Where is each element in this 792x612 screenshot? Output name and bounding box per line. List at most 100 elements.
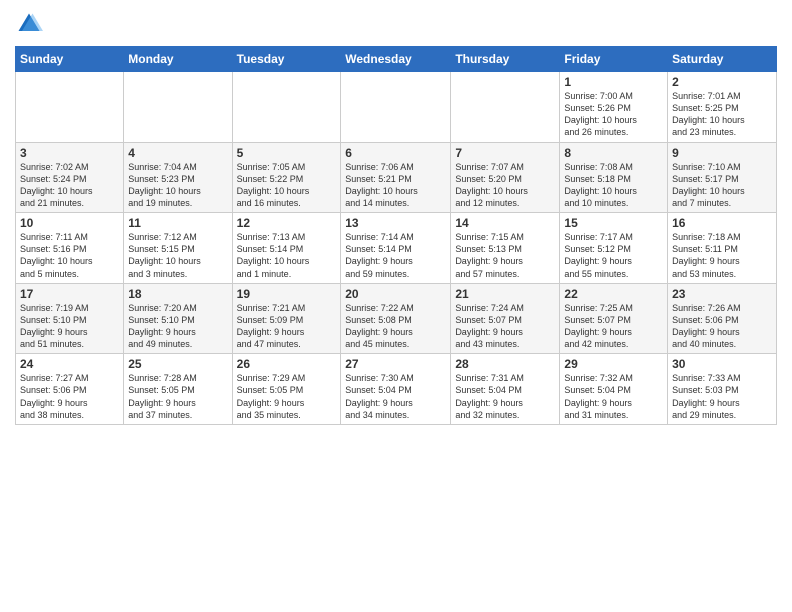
calendar-header-row: SundayMondayTuesdayWednesdayThursdayFrid… <box>16 47 777 72</box>
day-info: Sunrise: 7:32 AM Sunset: 5:04 PM Dayligh… <box>564 372 663 421</box>
calendar-day-cell: 1Sunrise: 7:00 AM Sunset: 5:26 PM Daylig… <box>560 72 668 143</box>
calendar-day-cell: 4Sunrise: 7:04 AM Sunset: 5:23 PM Daylig… <box>124 142 232 213</box>
day-info: Sunrise: 7:33 AM Sunset: 5:03 PM Dayligh… <box>672 372 772 421</box>
day-number: 21 <box>455 287 555 301</box>
day-info: Sunrise: 7:11 AM Sunset: 5:16 PM Dayligh… <box>20 231 119 280</box>
calendar-day-cell: 20Sunrise: 7:22 AM Sunset: 5:08 PM Dayli… <box>341 283 451 354</box>
calendar-day-cell: 13Sunrise: 7:14 AM Sunset: 5:14 PM Dayli… <box>341 213 451 284</box>
day-info: Sunrise: 7:14 AM Sunset: 5:14 PM Dayligh… <box>345 231 446 280</box>
calendar-day-cell: 23Sunrise: 7:26 AM Sunset: 5:06 PM Dayli… <box>668 283 777 354</box>
day-number: 27 <box>345 357 446 371</box>
day-number: 4 <box>128 146 227 160</box>
calendar-week-row: 3Sunrise: 7:02 AM Sunset: 5:24 PM Daylig… <box>16 142 777 213</box>
day-number: 17 <box>20 287 119 301</box>
calendar-day-cell: 9Sunrise: 7:10 AM Sunset: 5:17 PM Daylig… <box>668 142 777 213</box>
day-info: Sunrise: 7:05 AM Sunset: 5:22 PM Dayligh… <box>237 161 337 210</box>
weekday-header: Monday <box>124 47 232 72</box>
calendar-day-cell <box>451 72 560 143</box>
day-number: 13 <box>345 216 446 230</box>
calendar-day-cell <box>16 72 124 143</box>
calendar-day-cell <box>341 72 451 143</box>
day-number: 26 <box>237 357 337 371</box>
calendar-day-cell: 22Sunrise: 7:25 AM Sunset: 5:07 PM Dayli… <box>560 283 668 354</box>
calendar-day-cell: 14Sunrise: 7:15 AM Sunset: 5:13 PM Dayli… <box>451 213 560 284</box>
calendar-day-cell: 29Sunrise: 7:32 AM Sunset: 5:04 PM Dayli… <box>560 354 668 425</box>
calendar-week-row: 10Sunrise: 7:11 AM Sunset: 5:16 PM Dayli… <box>16 213 777 284</box>
weekday-header: Friday <box>560 47 668 72</box>
calendar-day-cell <box>232 72 341 143</box>
calendar-day-cell: 19Sunrise: 7:21 AM Sunset: 5:09 PM Dayli… <box>232 283 341 354</box>
calendar-day-cell: 18Sunrise: 7:20 AM Sunset: 5:10 PM Dayli… <box>124 283 232 354</box>
day-info: Sunrise: 7:07 AM Sunset: 5:20 PM Dayligh… <box>455 161 555 210</box>
day-number: 19 <box>237 287 337 301</box>
calendar-day-cell: 28Sunrise: 7:31 AM Sunset: 5:04 PM Dayli… <box>451 354 560 425</box>
day-number: 15 <box>564 216 663 230</box>
day-number: 25 <box>128 357 227 371</box>
day-number: 8 <box>564 146 663 160</box>
day-info: Sunrise: 7:13 AM Sunset: 5:14 PM Dayligh… <box>237 231 337 280</box>
calendar-day-cell: 17Sunrise: 7:19 AM Sunset: 5:10 PM Dayli… <box>16 283 124 354</box>
day-number: 12 <box>237 216 337 230</box>
day-info: Sunrise: 7:29 AM Sunset: 5:05 PM Dayligh… <box>237 372 337 421</box>
calendar-day-cell: 10Sunrise: 7:11 AM Sunset: 5:16 PM Dayli… <box>16 213 124 284</box>
calendar-day-cell: 5Sunrise: 7:05 AM Sunset: 5:22 PM Daylig… <box>232 142 341 213</box>
day-number: 10 <box>20 216 119 230</box>
calendar-day-cell: 3Sunrise: 7:02 AM Sunset: 5:24 PM Daylig… <box>16 142 124 213</box>
calendar-day-cell: 26Sunrise: 7:29 AM Sunset: 5:05 PM Dayli… <box>232 354 341 425</box>
weekday-header: Tuesday <box>232 47 341 72</box>
day-info: Sunrise: 7:28 AM Sunset: 5:05 PM Dayligh… <box>128 372 227 421</box>
day-info: Sunrise: 7:00 AM Sunset: 5:26 PM Dayligh… <box>564 90 663 139</box>
page: SundayMondayTuesdayWednesdayThursdayFrid… <box>0 0 792 612</box>
calendar-day-cell: 16Sunrise: 7:18 AM Sunset: 5:11 PM Dayli… <box>668 213 777 284</box>
day-number: 6 <box>345 146 446 160</box>
calendar-table: SundayMondayTuesdayWednesdayThursdayFrid… <box>15 46 777 425</box>
calendar-day-cell: 30Sunrise: 7:33 AM Sunset: 5:03 PM Dayli… <box>668 354 777 425</box>
calendar-day-cell: 27Sunrise: 7:30 AM Sunset: 5:04 PM Dayli… <box>341 354 451 425</box>
calendar-day-cell: 2Sunrise: 7:01 AM Sunset: 5:25 PM Daylig… <box>668 72 777 143</box>
weekday-header: Thursday <box>451 47 560 72</box>
logo <box>15 10 47 38</box>
day-number: 9 <box>672 146 772 160</box>
day-info: Sunrise: 7:12 AM Sunset: 5:15 PM Dayligh… <box>128 231 227 280</box>
day-info: Sunrise: 7:04 AM Sunset: 5:23 PM Dayligh… <box>128 161 227 210</box>
day-info: Sunrise: 7:22 AM Sunset: 5:08 PM Dayligh… <box>345 302 446 351</box>
day-number: 30 <box>672 357 772 371</box>
calendar-day-cell: 6Sunrise: 7:06 AM Sunset: 5:21 PM Daylig… <box>341 142 451 213</box>
logo-icon <box>15 10 43 38</box>
weekday-header: Saturday <box>668 47 777 72</box>
weekday-header: Wednesday <box>341 47 451 72</box>
day-number: 7 <box>455 146 555 160</box>
calendar-week-row: 24Sunrise: 7:27 AM Sunset: 5:06 PM Dayli… <box>16 354 777 425</box>
day-info: Sunrise: 7:26 AM Sunset: 5:06 PM Dayligh… <box>672 302 772 351</box>
calendar-day-cell: 12Sunrise: 7:13 AM Sunset: 5:14 PM Dayli… <box>232 213 341 284</box>
day-number: 20 <box>345 287 446 301</box>
weekday-header: Sunday <box>16 47 124 72</box>
day-number: 16 <box>672 216 772 230</box>
calendar-day-cell: 25Sunrise: 7:28 AM Sunset: 5:05 PM Dayli… <box>124 354 232 425</box>
day-number: 22 <box>564 287 663 301</box>
day-info: Sunrise: 7:25 AM Sunset: 5:07 PM Dayligh… <box>564 302 663 351</box>
calendar-day-cell <box>124 72 232 143</box>
calendar-day-cell: 24Sunrise: 7:27 AM Sunset: 5:06 PM Dayli… <box>16 354 124 425</box>
day-number: 3 <box>20 146 119 160</box>
day-info: Sunrise: 7:10 AM Sunset: 5:17 PM Dayligh… <box>672 161 772 210</box>
day-info: Sunrise: 7:06 AM Sunset: 5:21 PM Dayligh… <box>345 161 446 210</box>
calendar-day-cell: 21Sunrise: 7:24 AM Sunset: 5:07 PM Dayli… <box>451 283 560 354</box>
day-number: 28 <box>455 357 555 371</box>
day-number: 11 <box>128 216 227 230</box>
day-info: Sunrise: 7:19 AM Sunset: 5:10 PM Dayligh… <box>20 302 119 351</box>
day-info: Sunrise: 7:01 AM Sunset: 5:25 PM Dayligh… <box>672 90 772 139</box>
day-number: 2 <box>672 75 772 89</box>
day-info: Sunrise: 7:27 AM Sunset: 5:06 PM Dayligh… <box>20 372 119 421</box>
day-number: 5 <box>237 146 337 160</box>
day-info: Sunrise: 7:21 AM Sunset: 5:09 PM Dayligh… <box>237 302 337 351</box>
day-info: Sunrise: 7:18 AM Sunset: 5:11 PM Dayligh… <box>672 231 772 280</box>
day-info: Sunrise: 7:17 AM Sunset: 5:12 PM Dayligh… <box>564 231 663 280</box>
day-number: 29 <box>564 357 663 371</box>
calendar-week-row: 17Sunrise: 7:19 AM Sunset: 5:10 PM Dayli… <box>16 283 777 354</box>
calendar-day-cell: 15Sunrise: 7:17 AM Sunset: 5:12 PM Dayli… <box>560 213 668 284</box>
day-info: Sunrise: 7:20 AM Sunset: 5:10 PM Dayligh… <box>128 302 227 351</box>
day-info: Sunrise: 7:02 AM Sunset: 5:24 PM Dayligh… <box>20 161 119 210</box>
header <box>15 10 777 38</box>
day-number: 14 <box>455 216 555 230</box>
